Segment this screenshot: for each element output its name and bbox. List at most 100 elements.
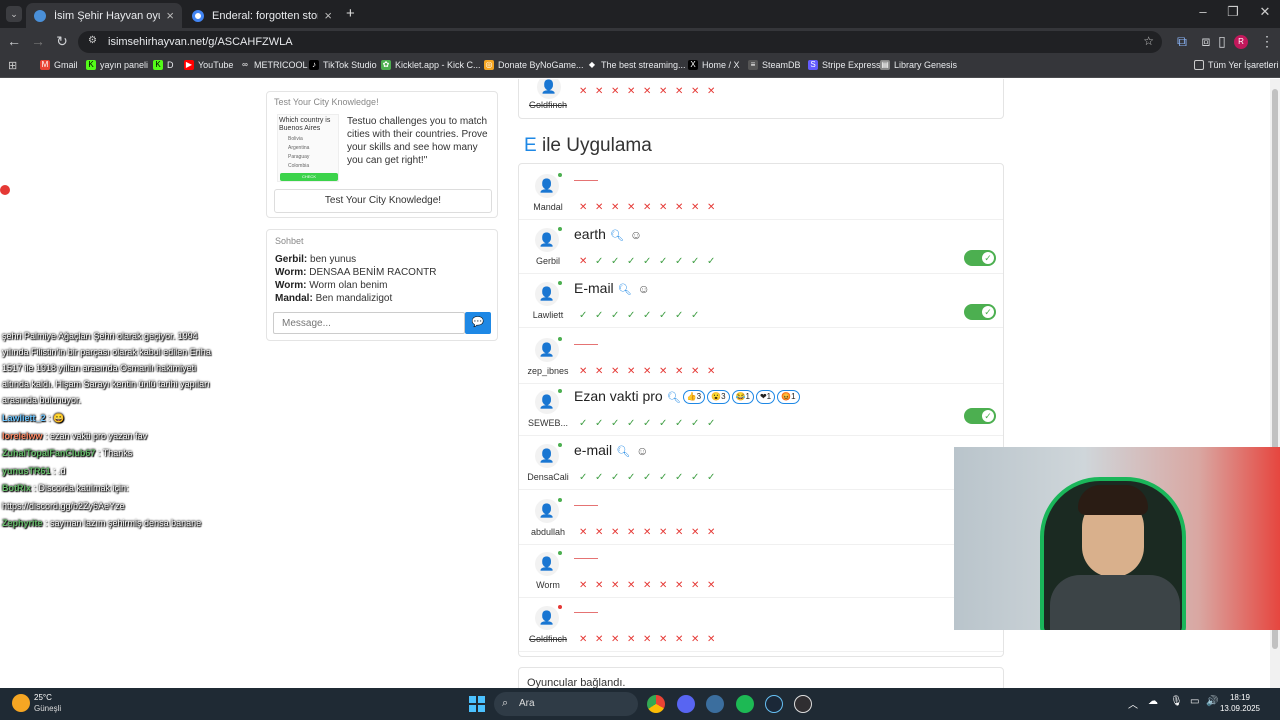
reject-icon[interactable]: ✕ — [675, 202, 691, 213]
reject-icon[interactable]: ✕ — [659, 580, 675, 591]
reject-icon[interactable]: ✕ — [627, 366, 643, 377]
reject-icon[interactable]: ✕ — [691, 527, 707, 538]
reject-icon[interactable]: ✕ — [643, 366, 659, 377]
accept-icon[interactable]: ✓ — [595, 472, 611, 483]
reject-icon[interactable]: ✕ — [691, 202, 707, 213]
start-icon[interactable] — [469, 696, 485, 712]
reject-icon[interactable]: ✕ — [675, 580, 691, 591]
reject-icon[interactable]: ✕ — [579, 580, 595, 591]
reject-icon[interactable]: ✕ — [595, 202, 611, 213]
site-info-icon[interactable]: ⚙ — [88, 35, 97, 46]
reject-icon[interactable]: ✕ — [595, 634, 611, 645]
search-icon[interactable]: 🔍︎ — [616, 446, 630, 458]
reject-icon[interactable]: ✕ — [611, 527, 627, 538]
reject-icon[interactable]: ✕ — [611, 634, 627, 645]
reload-icon[interactable]: ↻ — [52, 33, 72, 50]
star-icon[interactable]: ☆ — [1143, 34, 1154, 48]
minimize-icon[interactable]: – — [1188, 4, 1218, 19]
close-icon[interactable]: × — [166, 8, 174, 23]
bookmark-yayin-paneli[interactable]: Kyayın paneli — [86, 60, 148, 70]
reject-icon[interactable]: ✕ — [707, 580, 723, 591]
reject-icon[interactable]: ✕ — [643, 634, 659, 645]
tab-search-icon[interactable]: ⌄ — [6, 6, 22, 22]
chrome-icon[interactable] — [647, 695, 665, 713]
reject-icon[interactable]: ✕ — [579, 202, 595, 213]
accept-icon[interactable]: ✓ — [627, 256, 643, 267]
bookmark-gmail[interactable]: M Gmail — [40, 60, 78, 70]
accept-icon[interactable]: ✓ — [595, 418, 611, 429]
steam-icon[interactable] — [765, 695, 783, 713]
reject-icon[interactable]: ✕ — [643, 580, 659, 591]
add-reaction-icon[interactable]: ☺ — [630, 228, 642, 242]
reject-icon[interactable]: ✕ — [627, 202, 643, 213]
weather-icon[interactable] — [12, 694, 30, 712]
accept-icon[interactable]: ✓ — [643, 310, 659, 321]
tab-enderal[interactable]: Enderal: forgotten stories - Goo × — [184, 3, 340, 28]
valid-toggle[interactable] — [964, 250, 996, 266]
maximize-icon[interactable]: ❐ — [1218, 4, 1248, 20]
accept-icon[interactable]: ✓ — [611, 472, 627, 483]
reject-icon[interactable]: ✕ — [659, 527, 675, 538]
reject-icon[interactable]: ✕ — [611, 366, 627, 377]
reaction-badge[interactable]: 😂1 — [731, 390, 754, 405]
reject-icon[interactable]: ✕ — [579, 366, 595, 377]
accept-icon[interactable]: ✓ — [659, 472, 675, 483]
search-icon[interactable]: 🔍︎ — [618, 284, 632, 296]
chat-message-input[interactable] — [273, 312, 465, 334]
accept-icon[interactable]: ✓ — [579, 472, 595, 483]
clock-time[interactable]: 18:19 — [1220, 693, 1260, 702]
accept-icon[interactable]: ✓ — [691, 256, 707, 267]
ad-image[interactable]: Which country is Buenos Aires Bolivia Ar… — [277, 114, 339, 182]
accept-icon[interactable]: ✓ — [643, 418, 659, 429]
add-reaction-icon[interactable]: ☺ — [638, 282, 650, 296]
accept-icon[interactable]: ✓ — [611, 310, 627, 321]
reject-icon[interactable]: ✕ — [595, 580, 611, 591]
forward-icon[interactable]: → — [28, 33, 48, 49]
accept-icon[interactable]: ✓ — [627, 310, 643, 321]
reject-icon[interactable]: ✕ — [659, 366, 675, 377]
accept-icon[interactable]: ✓ — [707, 472, 723, 483]
accept-icon[interactable]: ✓ — [691, 418, 707, 429]
reject-icon[interactable]: ✕ — [691, 366, 707, 377]
accept-icon[interactable]: ✓ — [659, 418, 675, 429]
accept-icon[interactable]: ✓ — [579, 310, 595, 321]
accept-icon[interactable]: ✓ — [611, 418, 627, 429]
bookmark-libgen[interactable]: ▤ Library Genesis — [880, 60, 957, 70]
accept-icon[interactable]: ✓ — [675, 418, 691, 429]
valid-toggle[interactable] — [964, 408, 996, 424]
mic-icon[interactable]: 🎙 — [1170, 696, 1183, 707]
reject-icon[interactable]: ✕ — [643, 527, 659, 538]
search-icon[interactable]: 🔍︎ — [667, 392, 681, 404]
reject-icon[interactable]: ✕ — [691, 580, 707, 591]
ad-cta-button[interactable]: Test Your City Knowledge! — [274, 189, 492, 213]
accept-icon[interactable]: ✓ — [659, 310, 675, 321]
reject-icon[interactable]: ✕ — [579, 634, 595, 645]
bookmark-stripe[interactable]: S Stripe Express — [808, 60, 881, 70]
reject-icon[interactable]: ✕ — [707, 527, 723, 538]
reject-icon[interactable]: ✕ — [627, 634, 643, 645]
reject-icon[interactable]: ✕ — [707, 634, 723, 645]
reject-icon[interactable]: ✕ — [579, 256, 595, 267]
onedrive-icon[interactable]: ☁ — [1148, 696, 1158, 707]
accept-icon[interactable]: ✓ — [627, 418, 643, 429]
reject-icon[interactable]: ✕ — [643, 202, 659, 213]
accept-icon[interactable]: ✓ — [691, 472, 707, 483]
translate-icon[interactable]: ⧉ — [1172, 33, 1192, 50]
tab-isim-sehir[interactable]: İsim Şehir Hayvan oyununa katıl × — [26, 3, 182, 28]
bookmark-steamdb[interactable]: ≡ SteamDB — [748, 60, 801, 70]
accept-icon[interactable]: ✓ — [707, 418, 723, 429]
accept-icon[interactable]: ✓ — [675, 256, 691, 267]
accept-icon[interactable]: ✓ — [707, 256, 723, 267]
accept-icon[interactable]: ✓ — [659, 256, 675, 267]
accept-icon[interactable]: ✓ — [691, 310, 707, 321]
accept-icon[interactable]: ✓ — [611, 256, 627, 267]
all-bookmarks[interactable]: Tüm Yer İşaretleri — [1194, 60, 1279, 70]
accept-icon[interactable]: ✓ — [595, 256, 611, 267]
accept-icon[interactable]: ✓ — [675, 472, 691, 483]
network-icon[interactable]: ▭ — [1190, 696, 1199, 707]
reject-icon[interactable]: ✕ — [659, 202, 675, 213]
sidepanel-icon[interactable]: ▯ — [1212, 33, 1232, 50]
clock-date[interactable]: 13.09.2025 — [1214, 704, 1266, 713]
close-window-icon[interactable]: ✕ — [1250, 4, 1280, 20]
accept-icon[interactable]: ✓ — [595, 310, 611, 321]
